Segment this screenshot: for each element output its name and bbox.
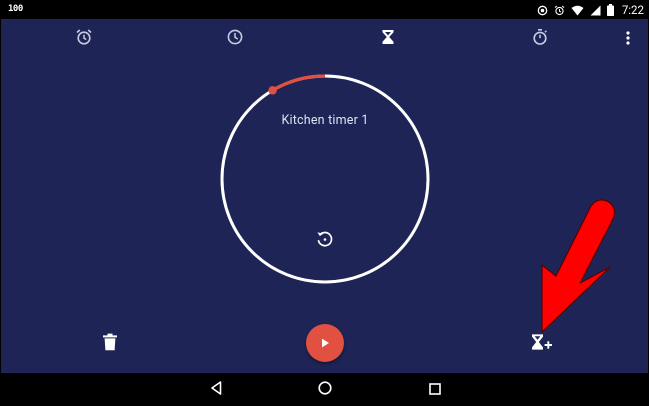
trash-icon <box>102 333 118 355</box>
tab-stopwatch[interactable] <box>530 29 550 49</box>
timer-label[interactable]: Kitchen timer 1 <box>225 113 425 128</box>
tab-timer[interactable] <box>378 29 398 49</box>
clock-time: 7:22 <box>621 3 644 17</box>
timer-progress-dot <box>268 86 277 95</box>
wifi-icon <box>571 5 584 16</box>
status-bar: 100 7:22 <box>1 1 648 19</box>
navigation-bar <box>1 373 648 405</box>
stopwatch-icon <box>531 28 549 50</box>
hourglass-icon <box>381 29 395 49</box>
alarm-icon <box>75 28 93 50</box>
alarm-icon <box>554 5 565 16</box>
home-icon <box>317 380 333 400</box>
status-icons: 7:22 <box>537 2 644 18</box>
delete-timer-button[interactable] <box>99 333 121 355</box>
signal-icon <box>590 5 601 16</box>
overflow-menu-button[interactable] <box>621 29 635 49</box>
sync-icon <box>537 5 548 16</box>
tab-clock[interactable] <box>225 29 245 49</box>
reset-timer-button[interactable] <box>313 229 337 253</box>
back-icon <box>209 380 223 400</box>
play-icon <box>319 334 331 353</box>
battery-percent-text: 100 <box>8 4 23 14</box>
nav-back-button[interactable] <box>206 381 226 399</box>
red-arrow-shape <box>541 199 616 333</box>
add-timer-button[interactable] <box>530 333 554 355</box>
nav-home-button[interactable] <box>315 381 335 399</box>
tab-bar <box>1 19 648 59</box>
battery-icon <box>606 4 614 16</box>
reset-icon <box>315 229 335 253</box>
start-timer-button[interactable] <box>306 324 344 362</box>
screen: 100 7:22 Kitchen timer 1 <box>0 0 649 406</box>
recents-icon <box>428 381 442 400</box>
clock-icon <box>226 28 244 50</box>
more-vert-icon <box>626 30 630 49</box>
add-timer-icon <box>531 333 553 355</box>
tab-alarm[interactable] <box>74 29 94 49</box>
nav-recents-button[interactable] <box>425 381 445 399</box>
timer-progress-arc <box>271 74 326 92</box>
